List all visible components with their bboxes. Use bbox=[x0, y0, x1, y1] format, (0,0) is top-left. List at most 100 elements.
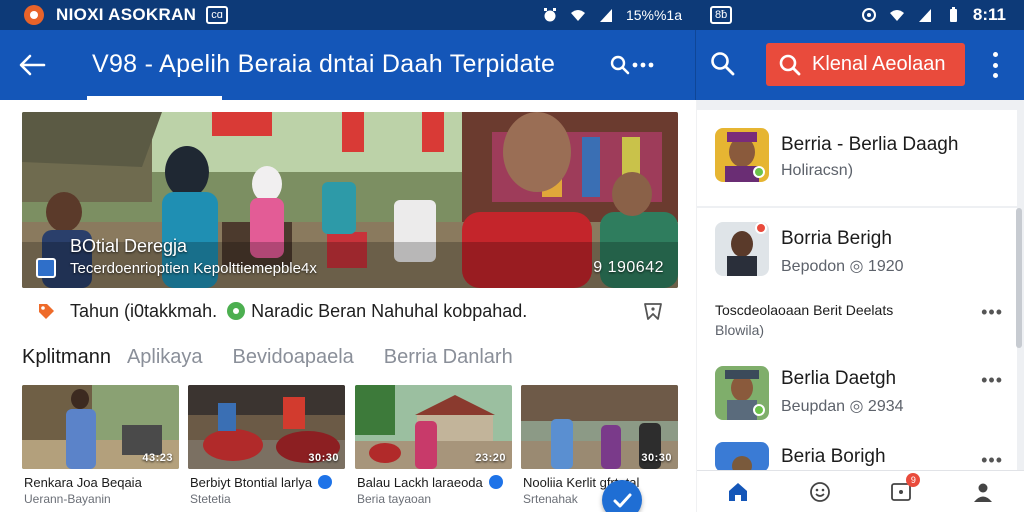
hero-card[interactable]: BOtial Deregja Tecerdoenrioptien Kepoltt… bbox=[22, 112, 678, 288]
duration-badge: 30:30 bbox=[308, 452, 339, 464]
tab-aplikaya[interactable]: Aplikaya bbox=[127, 346, 203, 369]
page-title: V98 - Apelih Beraia dntai Daah Terpidate bbox=[92, 50, 556, 78]
tag-icon bbox=[39, 304, 54, 319]
video-channel: Stetetia bbox=[190, 492, 231, 506]
app-bar: V98 - Apelih Beraia dntai Daah Terpidate… bbox=[0, 30, 1024, 100]
sidebar-item-title: Berlia Daetgh bbox=[781, 368, 897, 389]
sidebar-item-title: Toscdeolaoaan Berit Deelats bbox=[715, 302, 894, 318]
scrollbar[interactable] bbox=[1016, 208, 1022, 348]
app-bar-right: Klenal Aeolaan bbox=[697, 30, 1024, 100]
category-tabs: Kplitmann Aplikaya Bevidoapaela Berria D… bbox=[22, 340, 678, 374]
tab-bevidoapaela[interactable]: Bevidoapaela bbox=[233, 346, 354, 369]
nav-profile[interactable] bbox=[970, 479, 996, 505]
bottom-nav: 9 bbox=[697, 470, 1024, 512]
status-chip: cɑ bbox=[206, 6, 228, 24]
sidebar-item-title: Borria Berigh bbox=[781, 228, 892, 249]
hero-title: BOtial Deregja bbox=[70, 236, 188, 256]
sidebar-item-meta: Beupdan ◎ 2934 bbox=[781, 398, 904, 415]
app-logo-icon bbox=[24, 5, 44, 25]
avatar bbox=[715, 442, 769, 472]
avatar bbox=[715, 128, 769, 182]
location-icon bbox=[227, 302, 246, 320]
sidebar-item[interactable]: Borria Berigh Bepodon ◎ 1920 bbox=[697, 208, 1017, 294]
sidebar-item[interactable]: Berria - Berlia Daagh Holiracsn) bbox=[697, 110, 1017, 206]
online-indicator bbox=[753, 166, 765, 178]
video-title: Berbiyt Btontial larlya bbox=[190, 475, 333, 490]
video-channel: Srtenahak bbox=[523, 492, 578, 506]
primary-cta-button[interactable]: Klenal Aeolaan bbox=[766, 43, 965, 86]
caption-left: Tahun (i0takkmah. bbox=[70, 300, 218, 321]
sidebar-feed: Berria - Berlia Daagh Holiracsn) Borria … bbox=[697, 100, 1024, 512]
cta-label: Klenal Aeolaan bbox=[812, 53, 946, 75]
wifi-icon bbox=[570, 10, 585, 21]
search-icon bbox=[779, 54, 801, 75]
profile-icon bbox=[974, 483, 993, 502]
video-title-text: Berbiyt Btontial larlya bbox=[190, 475, 313, 490]
video-card[interactable]: 30:30 Nooliia Kerlit gfrtatal Srtenahak bbox=[521, 385, 678, 512]
battery-readout: 15%%1a bbox=[625, 7, 682, 23]
verified-icon bbox=[318, 475, 333, 489]
video-channel: Beria tayaoan bbox=[357, 492, 432, 506]
duration-badge: 30:30 bbox=[641, 452, 672, 464]
alarm-icon bbox=[861, 8, 876, 22]
verified-icon bbox=[488, 475, 503, 489]
video-title: Balau Lackh laraeoda bbox=[357, 475, 503, 490]
hero-subtitle: Tecerdoenrioptien Kepolttiemepble4x bbox=[70, 260, 317, 277]
duration-badge: 23:20 bbox=[475, 452, 506, 464]
dot bbox=[992, 62, 998, 68]
verified-icon bbox=[613, 493, 632, 508]
hero-caption-row: Tahun (i0takkmah. Naradic Beran Nahuhal … bbox=[22, 296, 678, 326]
floating-action-button[interactable] bbox=[602, 480, 642, 512]
nav-emoji[interactable] bbox=[807, 479, 833, 505]
carrier-name: NIOXI ASOKRAN bbox=[56, 5, 197, 24]
back-button[interactable] bbox=[16, 50, 48, 80]
video-grid: 43:23 Renkara Joa Beqaia Uerann-Bayanin … bbox=[22, 385, 678, 512]
search-icon bbox=[711, 52, 735, 76]
sidebar-item-meta: Bepodon ◎ 1920 bbox=[781, 258, 904, 275]
nav-notifications[interactable]: 9 bbox=[888, 472, 921, 505]
channel-logo-icon bbox=[36, 258, 56, 278]
app-bar-left: V98 - Apelih Beraia dntai Daah Terpidate bbox=[0, 30, 696, 100]
video-title-text: Balau Lackh laraeoda bbox=[357, 475, 483, 490]
status-icons: 15%%1a bbox=[542, 0, 682, 30]
more-horizontal-icon bbox=[632, 62, 654, 68]
video-card[interactable]: 43:23 Renkara Joa Beqaia Uerann-Bayanin bbox=[22, 385, 179, 512]
emoji-icon bbox=[809, 481, 830, 502]
more-options-button[interactable]: ••• bbox=[981, 450, 1003, 471]
status-bar-left: NIOXI ASOKRAN cɑ 15%%1a bbox=[0, 0, 696, 30]
status-icons-right: 8:11 bbox=[861, 0, 1006, 30]
online-indicator bbox=[753, 404, 765, 416]
sidebar-item-meta: Blowila) bbox=[715, 322, 765, 338]
sidebar-item[interactable]: Berlia Daetgh Beupdan ◎ 2934 ••• bbox=[697, 356, 1017, 430]
duration-badge: 43:23 bbox=[142, 452, 173, 464]
app-root: NIOXI ASOKRAN cɑ 15%%1a 8ƀ 8:11 V98 - Ap… bbox=[0, 0, 1024, 512]
avatar bbox=[715, 366, 769, 420]
tab-kplitmann[interactable]: Kplitmann bbox=[22, 346, 111, 369]
sidebar-item[interactable]: Toscdeolaoaan Berit Deelats Blowila) ••• bbox=[697, 294, 1017, 348]
status-chip-right: 8ƀ bbox=[710, 6, 733, 24]
status-bar-right: 8ƀ 8:11 bbox=[696, 0, 1024, 30]
dot bbox=[992, 52, 998, 57]
nav-home[interactable] bbox=[725, 479, 751, 505]
more-options-button[interactable]: ••• bbox=[981, 370, 1003, 391]
signal-icon bbox=[918, 9, 931, 22]
search-more-button[interactable] bbox=[610, 52, 656, 78]
search-button[interactable] bbox=[709, 50, 739, 80]
video-card[interactable]: 30:30 Berbiyt Btontial larlya Stetetia bbox=[188, 385, 345, 512]
more-options-button[interactable]: ••• bbox=[981, 302, 1003, 323]
sidebar-item-title: Berria - Berlia Daagh bbox=[781, 134, 959, 155]
home-icon bbox=[728, 482, 747, 501]
signal-icon bbox=[599, 9, 612, 22]
sidebar-item[interactable]: Beria Borigh ••• bbox=[697, 432, 1017, 472]
overflow-menu-button[interactable] bbox=[987, 52, 1003, 78]
hero-view-count: 9 190642 bbox=[593, 259, 664, 276]
tab-berria-danlarh[interactable]: Berria Danlarh bbox=[384, 346, 513, 369]
save-icon[interactable] bbox=[642, 300, 664, 322]
arrow-left-icon bbox=[19, 54, 46, 76]
main-feed: BOtial Deregja Tecerdoenrioptien Kepoltt… bbox=[0, 100, 696, 512]
video-channel: Uerann-Bayanin bbox=[24, 492, 111, 506]
clock: 8:11 bbox=[972, 5, 1006, 24]
battery-icon bbox=[949, 7, 957, 22]
video-title: Renkara Joa Beqaia bbox=[24, 475, 142, 490]
video-card[interactable]: 23:20 Balau Lackh laraeoda Beria tayaoan bbox=[355, 385, 512, 512]
